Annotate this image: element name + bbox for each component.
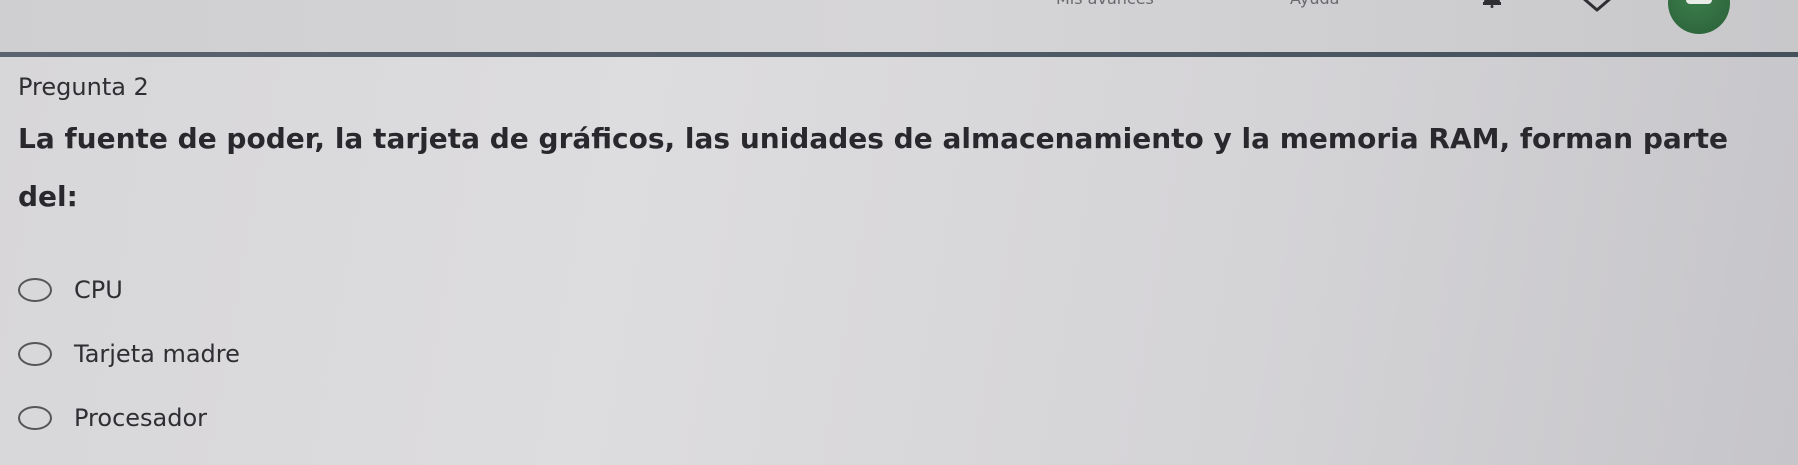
option-procesador[interactable]: Procesador (18, 386, 240, 450)
nav-item-ayuda[interactable]: Ayuda (1290, 0, 1339, 8)
option-label: CPU (74, 276, 123, 304)
avatar[interactable] (1668, 0, 1730, 34)
bell-icon[interactable] (1483, 0, 1501, 8)
option-label: Procesador (74, 404, 208, 432)
avatar-face (1686, 0, 1712, 4)
question-number: Pregunta 2 (18, 73, 149, 101)
option-label: Tarjeta madre (74, 340, 240, 368)
top-nav-bar: Mis avances Ayuda (0, 0, 1798, 52)
chevron-down-icon[interactable] (1580, 0, 1614, 16)
question-text: La fuente de poder, la tarjeta de gráfic… (18, 122, 1728, 213)
option-cpu[interactable]: CPU (18, 258, 240, 322)
radio-button[interactable] (18, 278, 52, 302)
nav-item-mis-avances[interactable]: Mis avances (1056, 0, 1154, 8)
radio-button[interactable] (18, 406, 52, 430)
radio-button[interactable] (18, 342, 52, 366)
answer-options: CPU Tarjeta madre Procesador (18, 258, 240, 450)
header-divider (0, 52, 1798, 57)
option-tarjeta-madre[interactable]: Tarjeta madre (18, 322, 240, 386)
